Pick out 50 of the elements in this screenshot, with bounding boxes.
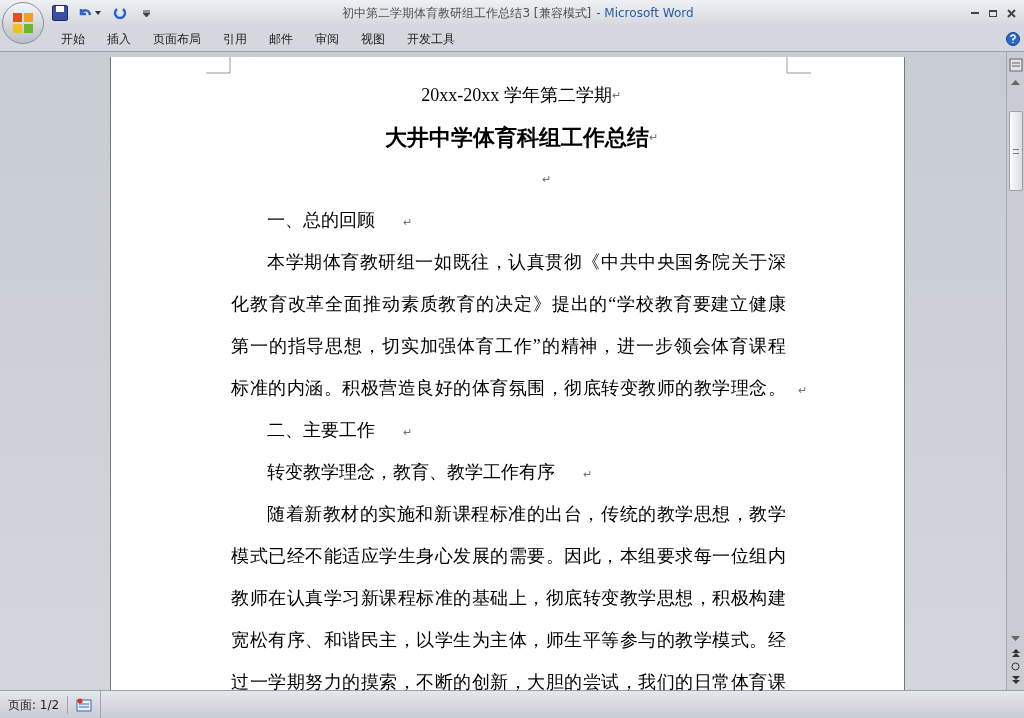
paragraph-mark: ↵ xyxy=(648,130,658,143)
window-title: 初中第二学期体育教研组工作总结3 [兼容模式] xyxy=(342,5,592,22)
previous-page-icon[interactable] xyxy=(1011,649,1020,657)
ribbon-tab[interactable]: 审阅 xyxy=(304,27,350,50)
paragraph-mark: ↵ xyxy=(403,424,412,440)
paragraph-mark: ↵ xyxy=(541,171,551,187)
document-status-icon[interactable] xyxy=(76,697,93,712)
ribbon-tab[interactable]: 视图 xyxy=(350,27,396,50)
paragraph-mark: ↵ xyxy=(583,466,592,482)
logo-icon xyxy=(12,12,34,34)
text-line: 第一的指导思想，切实加强体育工作”的精神，进一步领会体育课程 xyxy=(231,334,786,358)
text-line: 化教育改革全面推动素质教育的决定》提出的“学校教育要建立健康 xyxy=(231,292,786,316)
paragraph-mark: ↵ xyxy=(611,88,621,101)
customize-icon[interactable] xyxy=(143,9,150,17)
text-line: 转变教学理念，教育、教学工作有序 xyxy=(266,460,555,484)
text-line: 教师在认真学习新课程标准的基础上，彻底转变教学思想，积极构建 xyxy=(231,586,786,610)
caret-icon[interactable] xyxy=(95,11,101,15)
ribbon-tab[interactable]: 邮件 xyxy=(258,27,304,50)
crop-mark-icon xyxy=(206,57,231,74)
ribbon-tab[interactable]: 插入 xyxy=(96,27,142,50)
ribbon-tab[interactable]: 开始 xyxy=(50,27,96,50)
vertical-scrollbar[interactable] xyxy=(1006,52,1024,690)
paragraph-mark: ↵ xyxy=(403,214,412,230)
save-icon[interactable] xyxy=(52,5,68,21)
text-line: 宽松有序、和谐民主，以学生为主体，师生平等参与的教学模式。经 xyxy=(231,628,786,652)
redo-icon[interactable] xyxy=(113,6,127,20)
app-name: - Microsoft Word xyxy=(596,5,694,22)
scroll-up-icon[interactable] xyxy=(1011,80,1020,85)
text-line: 标准的内涵。积极营造良好的体育氛围，彻底转变教师的教学理念。 xyxy=(231,376,786,400)
ruler-toggle-icon[interactable] xyxy=(1008,58,1023,72)
ribbon-tab[interactable]: 页面布局 xyxy=(142,27,212,50)
text-line: 模式已经不能适应学生身心发展的需要。因此，本组要求每一位组内 xyxy=(231,544,786,568)
paragraph-mark: ↵ xyxy=(798,382,807,398)
close-icon[interactable] xyxy=(1006,8,1016,18)
help-icon[interactable] xyxy=(1006,31,1020,46)
text-line: 二、主要工作 xyxy=(266,418,375,442)
crop-mark-icon xyxy=(786,57,811,74)
text-line: 随着新教材的实施和新课程标准的出台，传统的教学思想，教学 xyxy=(266,502,786,526)
text-line: 本学期体育教研组一如既往，认真贯彻《中共中央国务院关于深 xyxy=(266,250,786,274)
text-line: 过一学期努力的摸索，不断的创新，大胆的尝试，我们的日常体育课 xyxy=(231,670,786,694)
text-line: 一、总的回顾 xyxy=(266,208,375,232)
scroll-thumb[interactable] xyxy=(1008,111,1023,191)
document-title: 大井中学体育科组工作总结 xyxy=(384,123,649,152)
ribbon-tab[interactable]: 引用 xyxy=(212,27,258,50)
document-subtitle: 20xx-20xx 学年第二学期 xyxy=(421,83,612,107)
ribbon-tab[interactable]: 开发工具 xyxy=(396,27,466,50)
scroll-down-icon[interactable] xyxy=(1011,636,1020,641)
browse-object-icon[interactable] xyxy=(1011,662,1020,671)
page-count[interactable]: 页面: 1/2 xyxy=(0,695,69,714)
next-page-icon[interactable] xyxy=(1011,676,1020,684)
